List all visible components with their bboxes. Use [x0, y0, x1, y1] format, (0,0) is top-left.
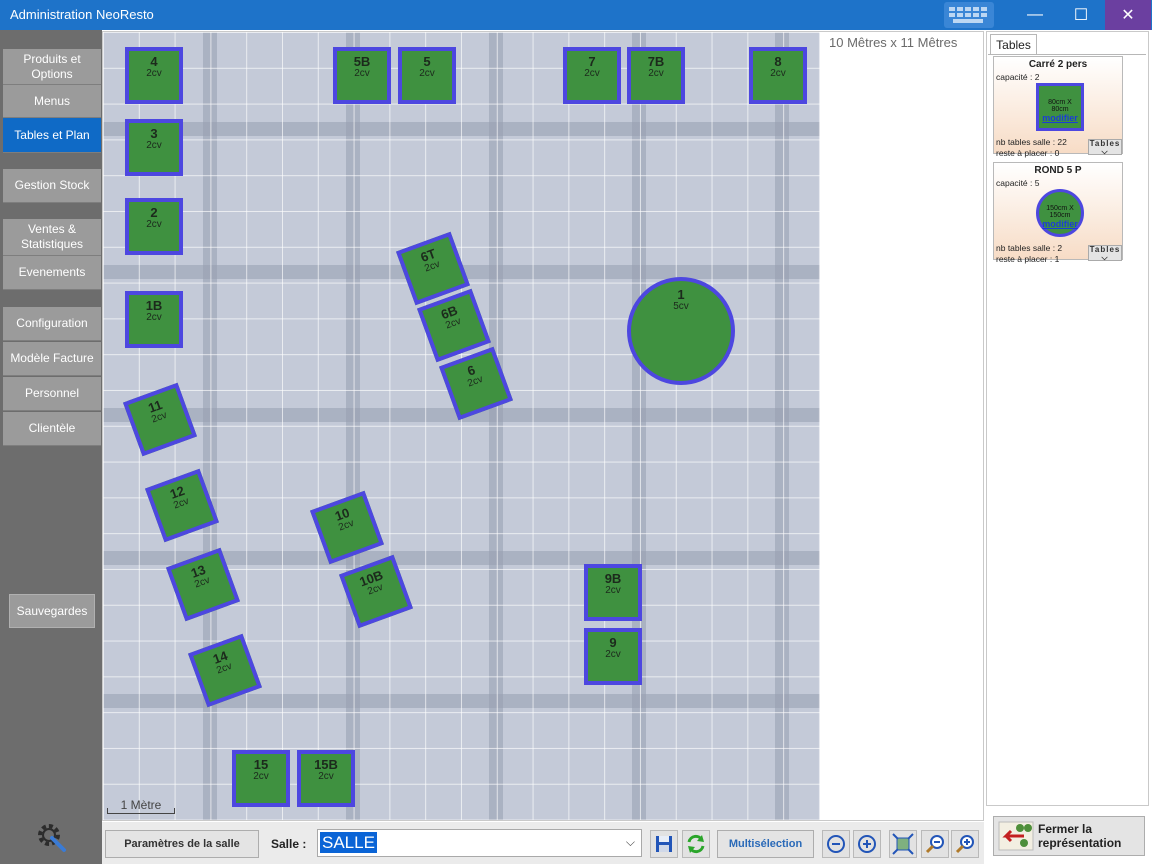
card-count: nb tables salle : 2: [996, 243, 1063, 253]
sidebar-item-produits-options[interactable]: Produits et Options: [3, 49, 101, 85]
refresh-button[interactable]: [682, 830, 710, 858]
sidebar-item-gestion-stock[interactable]: Gestion Stock: [3, 169, 101, 203]
round-table-preview: 150cm X 150cm modifier: [1036, 189, 1084, 237]
table-14[interactable]: 14 2cv: [188, 633, 262, 708]
modify-link[interactable]: modifier: [1039, 113, 1081, 123]
zoom-in-button[interactable]: [951, 830, 979, 858]
fit-view-button[interactable]: [889, 830, 917, 858]
table-11[interactable]: 11 2cv: [123, 382, 197, 457]
card-remaining: reste à placer : 1: [996, 254, 1060, 264]
table-10[interactable]: 10 2cv: [310, 490, 384, 565]
table-15b[interactable]: 15B 2cv: [297, 750, 355, 807]
close-representation-label: Fermer la représentation: [1038, 822, 1122, 850]
fit-icon: [892, 833, 914, 855]
zoom-out-icon: [925, 835, 944, 854]
sidebar-item-tables-plan[interactable]: Tables et Plan: [3, 118, 101, 153]
table-8[interactable]: 8 2cv: [749, 47, 807, 104]
room-settings-button[interactable]: Paramètres de la salle: [105, 830, 259, 858]
table-9[interactable]: 9 2cv: [584, 628, 642, 685]
multiselect-button[interactable]: Multisélection: [717, 830, 814, 858]
refresh-icon: [687, 834, 705, 854]
card-title: ROND 5 P: [1034, 165, 1082, 176]
modify-link[interactable]: modifier: [1039, 219, 1081, 229]
table-1b[interactable]: 1B 2cv: [125, 291, 183, 348]
tab-divider: [988, 54, 1146, 55]
table-4[interactable]: 4 2cv: [125, 47, 183, 104]
sidebar-item-configuration[interactable]: Configuration: [3, 307, 101, 341]
gear-icon[interactable]: [34, 820, 68, 854]
title-bar: Administration NeoResto — ☐ ✕: [0, 0, 1152, 30]
card-title: Carré 2 pers: [1028, 59, 1088, 70]
tab-tables[interactable]: Tables: [990, 34, 1037, 54]
chevron-down-icon[interactable]: ⌵: [626, 835, 635, 850]
table-7[interactable]: 7 2cv: [563, 47, 621, 104]
table-1[interactable]: 1 5cv: [627, 277, 735, 385]
sidebar: Produits et Options Menus Tables et Plan…: [0, 30, 102, 864]
table-type-card[interactable]: Carré 2 pers capacité : 2 80cm X 80cm mo…: [993, 56, 1123, 158]
tables-dropdown-button[interactable]: Tables ⌵: [1088, 245, 1122, 262]
rotate-minus-icon: [827, 835, 845, 853]
sidebar-item-clientele[interactable]: Clientèle: [3, 412, 101, 446]
rotate-plus-icon: [858, 835, 876, 853]
sauvegardes-button[interactable]: Sauvegardes: [9, 594, 95, 628]
table-7b[interactable]: 7B 2cv: [627, 47, 685, 104]
exit-arrow-icon: [998, 821, 1034, 851]
tables-dropdown-button[interactable]: Tables ⌵: [1088, 139, 1122, 156]
rotate-right-button[interactable]: [853, 830, 881, 858]
salle-value: SALLE: [320, 832, 377, 853]
floor-plan[interactable]: 4 2cv 5B 2cv 5 2cv 7 2cv 7B 2cv 8 2cv 3 2cv 2 2c…: [103, 32, 820, 820]
table-5b[interactable]: 5B 2cv: [333, 47, 391, 104]
salle-select[interactable]: SALLE ⌵: [317, 829, 642, 857]
keyboard-icon[interactable]: [944, 2, 994, 28]
table-15[interactable]: 15 2cv: [232, 750, 290, 807]
close-representation-button[interactable]: Fermer la représentation: [993, 816, 1145, 856]
square-table-preview: 80cm X 80cm modifier: [1036, 83, 1084, 131]
card-capacity: capacité : 2: [996, 72, 1040, 82]
card-capacity: capacité : 5: [996, 178, 1040, 188]
table-12[interactable]: 12 2cv: [145, 468, 219, 543]
rotate-left-button[interactable]: [822, 830, 850, 858]
table-3[interactable]: 3 2cv: [125, 119, 183, 176]
table-9b[interactable]: 9B 2cv: [584, 564, 642, 621]
maximize-button[interactable]: ☐: [1058, 0, 1104, 30]
sidebar-item-evenements[interactable]: Evenements: [3, 256, 101, 290]
close-button[interactable]: ✕: [1105, 0, 1151, 30]
table-2[interactable]: 2 2cv: [125, 198, 183, 255]
table-13[interactable]: 13 2cv: [166, 547, 240, 622]
table-10b[interactable]: 10B 2cv: [339, 554, 413, 629]
table-5[interactable]: 5 2cv: [398, 47, 456, 104]
minimize-button[interactable]: —: [1012, 0, 1058, 30]
floppy-icon: [656, 836, 672, 852]
sidebar-item-personnel[interactable]: Personnel: [3, 377, 101, 411]
card-count: nb tables salle : 22: [996, 137, 1067, 147]
sidebar-item-modele-facture[interactable]: Modèle Facture: [3, 342, 101, 376]
card-remaining: reste à placer : 0: [996, 148, 1060, 158]
sidebar-item-menus[interactable]: Menus: [3, 85, 101, 118]
zoom-out-button[interactable]: [921, 830, 949, 858]
save-button[interactable]: [650, 830, 678, 858]
zoom-in-icon: [955, 835, 974, 854]
room-dimensions: 10 Mêtres x 11 Mêtres: [829, 35, 958, 50]
table-6[interactable]: 6 2cv: [439, 346, 513, 421]
scale-bar: 1 Mètre: [107, 798, 175, 814]
table-type-card[interactable]: ROND 5 P capacité : 5 150cm X 150cm modi…: [993, 162, 1123, 264]
window-title: Administration NeoResto: [10, 7, 154, 22]
salle-label: Salle :: [271, 837, 307, 851]
sidebar-item-ventes-statistiques[interactable]: Ventes & Statistiques: [3, 219, 101, 256]
